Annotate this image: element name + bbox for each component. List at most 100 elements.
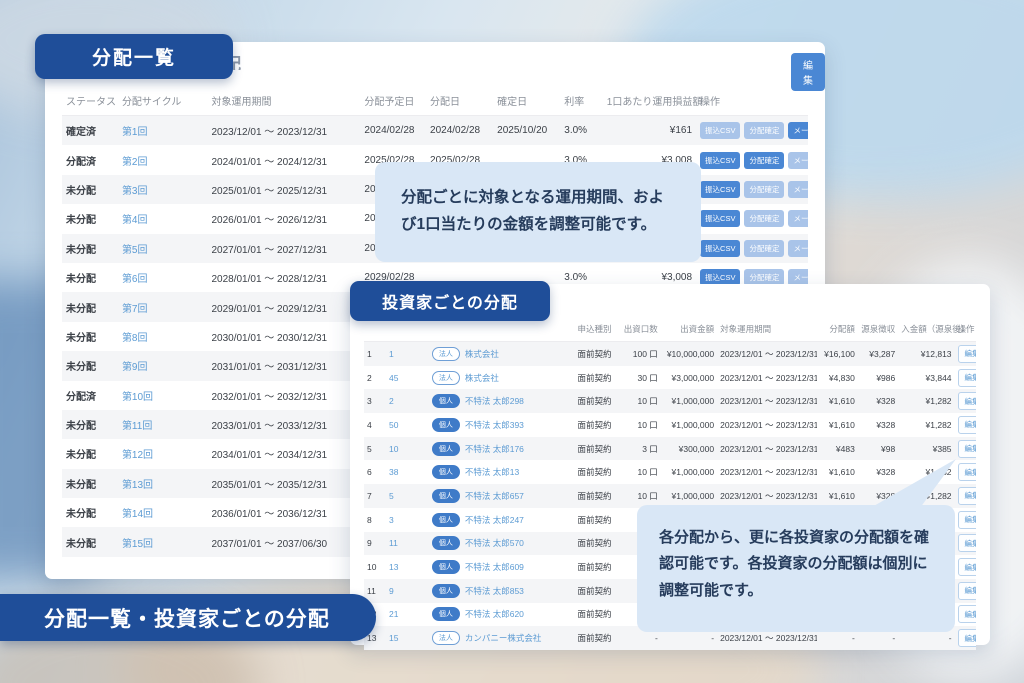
period-cell: 2023/12/01 ～ 2023/12/31 [717, 389, 818, 414]
application-id-link[interactable]: 3 [389, 515, 394, 525]
cycle-link[interactable]: 第14回 [122, 509, 153, 520]
row-number-cell: 3 [364, 389, 387, 414]
row-edit-button[interactable]: 編集 [957, 605, 976, 624]
cycle-link[interactable]: 第8回 [122, 333, 148, 344]
dividend-cell: ¥483 [817, 436, 858, 461]
transfer-csv-button[interactable]: 振込CSV [700, 122, 741, 140]
row-edit-button[interactable]: 編集 [957, 558, 976, 577]
confirm-distribution-button[interactable]: 分配確定 [744, 180, 785, 198]
application-id-link[interactable]: 2 [389, 396, 394, 406]
column-header: 1口あたり運用損益額 [602, 88, 702, 116]
cycle-link[interactable]: 第9回 [122, 362, 148, 373]
application-id-link[interactable]: 21 [389, 609, 398, 619]
investor-name-link[interactable]: 不特法 太郎570 [465, 538, 524, 548]
row-edit-button[interactable]: 編集 [957, 392, 976, 411]
investor-name-cell: 個人 不特法 太郎853 [428, 578, 575, 603]
cycle-cell: 第11回 [117, 409, 208, 440]
investor-name-link[interactable]: 不特法 太郎609 [465, 562, 524, 572]
cycle-link[interactable]: 第1回 [122, 127, 148, 138]
individual-badge: 個人 [431, 465, 460, 480]
period-cell: 2028/01/01 ～ 2028/12/31 [211, 274, 328, 286]
cycle-cell: 第5回 [117, 233, 208, 263]
status-cell: 未分配 [66, 274, 96, 286]
mail-notify-button[interactable]: メール通知 [788, 180, 808, 198]
confirm-distribution-button[interactable]: 分配確定 [744, 151, 785, 169]
cycle-link[interactable]: 第2回 [122, 157, 148, 168]
cycle-link[interactable]: 第7回 [122, 304, 148, 315]
confirm-distribution-button[interactable]: 分配確定 [744, 239, 785, 257]
cycle-link[interactable]: 第4回 [122, 215, 148, 226]
application-id-link[interactable]: 9 [389, 586, 394, 596]
investor-name-link[interactable]: 不特法 太郎620 [465, 609, 524, 619]
period-cell: 2033/01/01 ～ 2033/12/31 [207, 409, 361, 440]
contract-type-cell: 面前契約 [574, 341, 621, 366]
cycle-link[interactable]: 第15回 [122, 539, 153, 550]
corporate-badge: 法人 [431, 346, 460, 361]
investor-name-link[interactable]: 不特法 太郎176 [465, 444, 524, 454]
confirm-distribution-button[interactable]: 分配確定 [744, 122, 785, 140]
investor-name-link[interactable]: 不特法 太郎247 [465, 515, 524, 525]
application-id-link[interactable]: 1 [389, 349, 394, 359]
row-edit-button[interactable]: 編集 [957, 463, 976, 482]
application-id-link[interactable]: 15 [389, 633, 398, 643]
application-id-cell: 50 [386, 413, 429, 437]
cycle-link[interactable]: 第6回 [122, 274, 148, 285]
investor-name-link[interactable]: 不特法 太郎298 [465, 396, 524, 406]
investor-name-link[interactable]: カンパニー株式会社 [465, 633, 542, 643]
row-edit-button[interactable]: 編集 [957, 415, 976, 434]
row-edit-button[interactable]: 編集 [957, 629, 976, 648]
investor-name-link[interactable]: 株式会社 [465, 349, 499, 359]
edit-cell: 編集 [955, 460, 976, 484]
row-edit-button[interactable]: 編集 [957, 368, 976, 387]
application-id-link[interactable]: 45 [389, 373, 398, 383]
scheduled-date-cell: 2024/02/28 [360, 115, 427, 146]
investor-name-link[interactable]: 株式会社 [465, 373, 499, 383]
edit-cell: 編集 [954, 436, 976, 461]
cycle-link[interactable]: 第13回 [122, 480, 153, 491]
cycle-link[interactable]: 第10回 [122, 392, 153, 403]
transfer-csv-button[interactable]: 振込CSV [700, 180, 741, 198]
application-id-link[interactable]: 11 [389, 538, 398, 548]
transfer-csv-button[interactable]: 振込CSV [700, 239, 741, 257]
application-id-link[interactable]: 5 [389, 491, 394, 501]
individual-badge: 個人 [431, 560, 460, 575]
rate-cell: 3.0% [560, 115, 603, 146]
investor-name-cell: 個人 不特法 太郎247 [429, 508, 575, 532]
row-number-cell: 10 [367, 562, 377, 573]
row-edit-button[interactable]: 編集 [957, 344, 976, 363]
cycle-cell: 第4回 [118, 204, 208, 233]
cycle-link[interactable]: 第5回 [122, 245, 148, 256]
investor-name-link[interactable]: 不特法 太郎657 [465, 491, 524, 501]
page-title-fragment: 配 [233, 50, 243, 70]
row-edit-button[interactable]: 編集 [957, 439, 976, 458]
period-cell: 2023/12/01 ～ 2023/12/31 [720, 372, 818, 383]
investor-name-link[interactable]: 不特法 太郎853 [465, 586, 524, 596]
transfer-csv-button[interactable]: 振込CSV [700, 151, 741, 169]
mail-notify-button[interactable]: メール通知 [788, 122, 808, 140]
confirm-distribution-button[interactable]: 分配確定 [744, 210, 785, 228]
mail-notify-button[interactable]: メール通知 [788, 151, 808, 169]
application-id-link[interactable]: 10 [389, 444, 398, 454]
edit-button[interactable]: 編集 [791, 53, 825, 91]
mail-notify-button[interactable]: メール通知 [788, 210, 808, 228]
cycle-link[interactable]: 第11回 [122, 421, 152, 432]
row-edit-button[interactable]: 編集 [957, 581, 976, 600]
actions-cell: 振込CSV分配確定メール通知 [696, 174, 808, 205]
cycle-link[interactable]: 第12回 [122, 450, 153, 461]
screen-caption: 分配一覧・投資家ごとの分配 [0, 594, 376, 641]
application-id-link[interactable]: 38 [389, 467, 398, 477]
investor-name-link[interactable]: 不特法 太郎393 [465, 420, 524, 430]
mail-notify-button[interactable]: メール通知 [788, 239, 808, 257]
row-edit-button[interactable]: 編集 [957, 486, 976, 505]
investor-name-link[interactable]: 不特法 太郎13 [465, 467, 519, 477]
application-id-link[interactable]: 13 [389, 562, 398, 572]
period-cell: 2031/01/01 ～ 2031/12/31 [207, 351, 361, 381]
distribution-date-cell: 2024/02/28 [426, 115, 494, 146]
cycle-link[interactable]: 第3回 [122, 186, 148, 197]
row-edit-button[interactable]: 編集 [957, 534, 976, 553]
individual-badge: 個人 [431, 512, 460, 527]
transfer-csv-button[interactable]: 振込CSV [700, 210, 741, 228]
application-id-link[interactable]: 50 [389, 420, 398, 430]
row-edit-button[interactable]: 編集 [957, 510, 976, 529]
units-cell: 10 口 [637, 419, 658, 430]
